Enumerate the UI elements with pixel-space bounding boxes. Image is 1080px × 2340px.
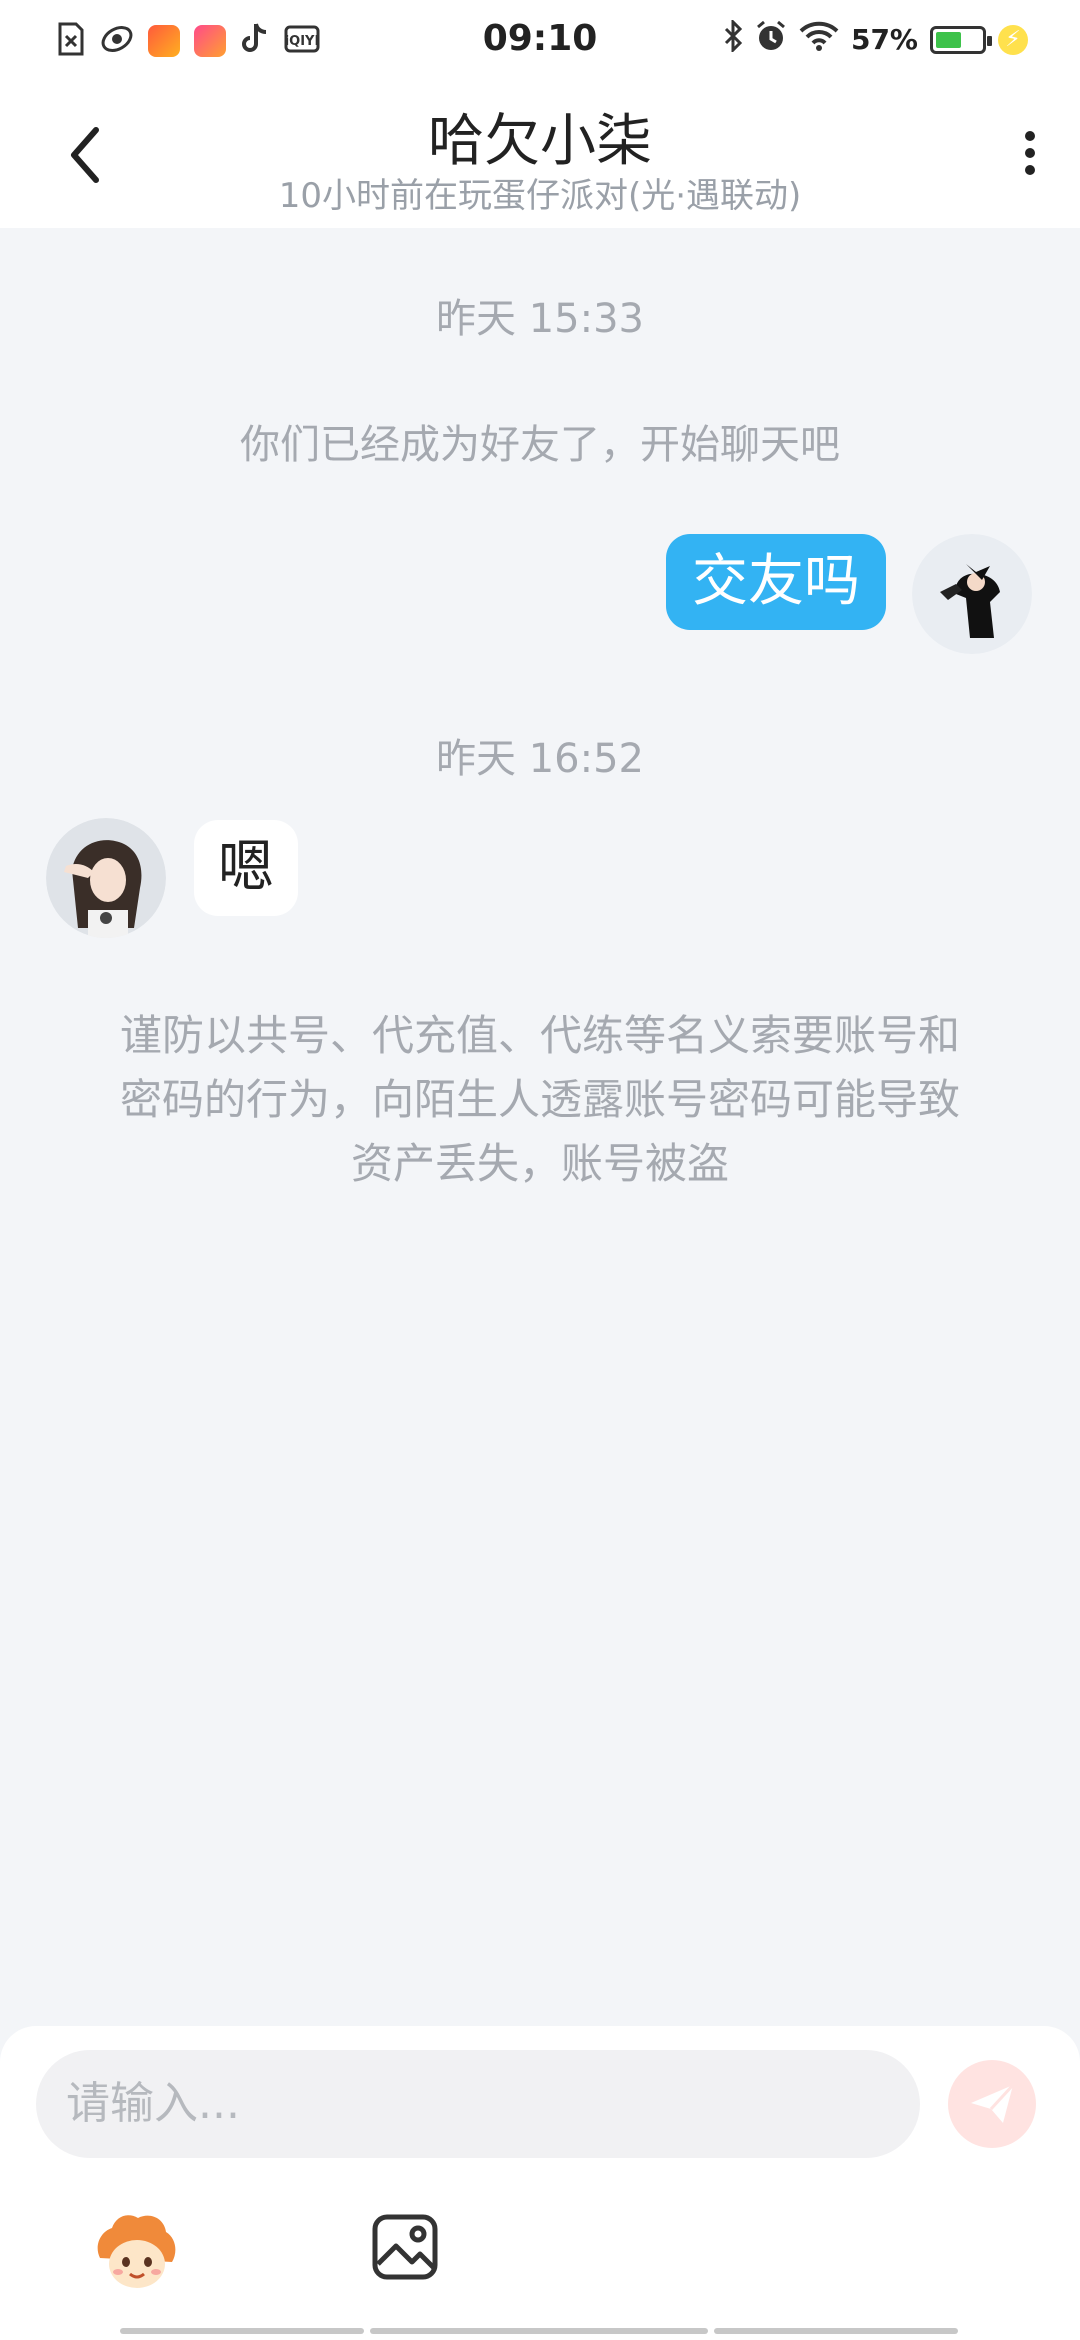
send-icon (971, 2083, 1015, 2123)
my-avatar[interactable] (912, 534, 1032, 654)
image-button[interactable] (370, 2212, 440, 2282)
dot (1025, 148, 1035, 158)
warning-line: 资产丢失，账号被盗 (350, 1139, 729, 1188)
battery-fill (936, 31, 961, 48)
contact-avatar[interactable] (46, 818, 166, 938)
nav-segment (370, 2328, 708, 2334)
system-icons: 57% ⚡ (723, 18, 1028, 59)
incoming-message-bubble[interactable]: 嗯 (194, 820, 298, 916)
battery-icon (930, 25, 992, 54)
message-timestamp: 昨天 15:33 (436, 296, 644, 342)
nav-segment (714, 2328, 958, 2334)
wifi-icon (799, 21, 839, 58)
battery-percent: 57% (850, 23, 918, 56)
send-button[interactable] (948, 2060, 1036, 2148)
status-bar: iQIYI 09:10 57% ⚡ (0, 0, 1080, 84)
alarm-icon (755, 20, 787, 59)
bluetooth-icon (723, 18, 743, 59)
warning-line: 谨防以共号、代充值、代练等名义索要账号和 (119, 1011, 960, 1060)
gesture-nav-bar (120, 2328, 960, 2334)
chat-header: 哈欠小柒 10小时前在玩蛋仔派对(光·遇联动) (0, 84, 1080, 228)
more-options-button[interactable] (1010, 124, 1050, 204)
image-icon (372, 2214, 438, 2280)
warning-line: 密码的行为，向陌生人透露账号密码可能导致 (119, 1075, 960, 1124)
charging-icon: ⚡ (998, 24, 1028, 55)
security-warning: 谨防以共号、代充值、代练等名义索要账号和 密码的行为，向陌生人透露账号密码可能导… (80, 1004, 1000, 1196)
dot (1025, 165, 1035, 175)
composer-panel: 请输入... (0, 2026, 1080, 2340)
contact-status: 10小时前在玩蛋仔派对(光·遇联动) (278, 176, 802, 216)
mascot-sticker-icon (97, 2215, 176, 2288)
nav-segment (120, 2328, 364, 2334)
friend-added-notice: 你们已经成为好友了，开始聊天吧 (240, 422, 840, 468)
message-input[interactable]: 请输入... (36, 2050, 920, 2158)
contact-name: 哈欠小柒 (428, 109, 652, 174)
message-timestamp: 昨天 16:52 (436, 736, 644, 782)
outgoing-message-bubble[interactable]: 交友吗 (666, 534, 886, 630)
dot (1025, 131, 1035, 141)
sticker-button[interactable] (92, 2208, 182, 2298)
